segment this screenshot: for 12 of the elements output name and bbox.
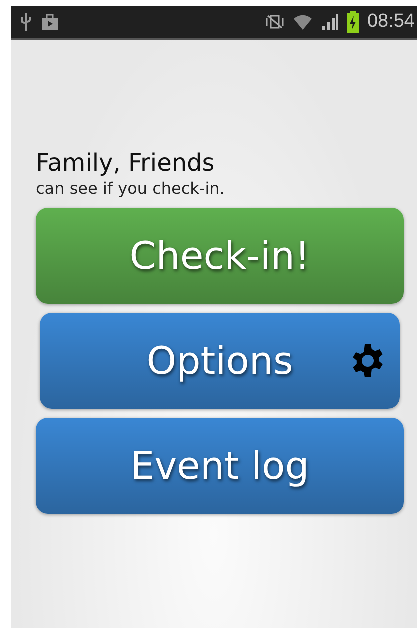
signal-icon [321,13,340,31]
options-button[interactable]: Options [40,313,400,409]
wifi-icon [293,13,314,31]
check-in-button[interactable]: Check-in! [36,208,404,304]
vibrate-mute-icon [265,14,286,30]
heading: Family, Friends [36,148,216,178]
clock-time: 08:54 [367,11,415,33]
event-log-button[interactable]: Event log [36,418,404,514]
subheading: can see if you check-in. [36,178,226,200]
battery-charging-icon [347,11,360,33]
usb-icon [19,12,33,32]
shopping-bag-icon [41,13,59,31]
